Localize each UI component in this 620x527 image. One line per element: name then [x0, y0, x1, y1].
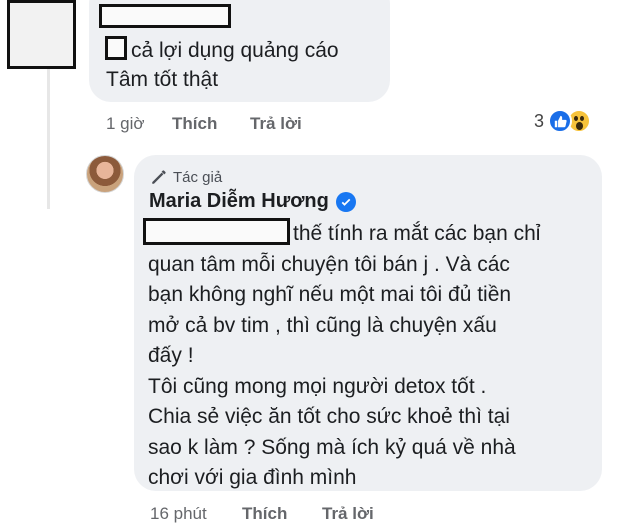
author-badge: Tác giả	[150, 168, 222, 186]
like-link[interactable]: Thích	[172, 114, 250, 134]
reply-text-line: Tôi cũng mong mọi người detox tốt .	[148, 374, 487, 398]
reaction-count: 3	[534, 110, 545, 131]
reply-text-line: Chia sẻ việc ăn tốt cho sức khoẻ thì tại	[148, 405, 510, 428]
reply-text-line: mở cả bv tim , thì cũng là chuyện xấu	[148, 313, 497, 337]
thread-connector-line	[47, 69, 50, 209]
reply-text-line: thế tính ra mắt các bạn chỉ	[293, 222, 541, 245]
reply-text: thế tính ra mắt các bạn chỉ quan tâm mỗi…	[148, 219, 598, 494]
reply-text-line: sao k làm ? Sống mà ích kỷ quá về nhà	[148, 435, 516, 459]
reply-timestamp[interactable]: 16 phút	[150, 504, 242, 524]
like-link[interactable]: Thích	[242, 504, 322, 524]
like-reaction-icon	[548, 109, 573, 133]
comment-actions: 1 giờ Thích Trả lời	[106, 114, 302, 134]
reply-link[interactable]: Trả lời	[250, 114, 302, 134]
redacted-avatar	[7, 0, 76, 69]
reply-text-line: quan tâm mỗi chuyện tôi bán j . Và các	[148, 252, 510, 276]
author-name[interactable]: Maria Diễm Hương	[149, 190, 356, 213]
author-name-text[interactable]: Maria Diễm Hương	[149, 190, 329, 213]
reaction-summary[interactable]: 3	[534, 109, 592, 133]
reply-actions: 16 phút Thích Trả lời	[150, 504, 374, 524]
redacted-commenter-name	[99, 4, 231, 28]
reply-text-line: bạn không nghĩ nếu một mai tôi đủ tiền	[148, 283, 512, 306]
comment-text-line: Tâm tốt thật	[106, 68, 219, 91]
author-avatar[interactable]	[86, 155, 124, 193]
comment-timestamp[interactable]: 1 giờ	[106, 114, 172, 134]
redacted-mention	[105, 36, 127, 60]
reply-text-line: chơi với gia đình mình	[148, 466, 357, 489]
pencil-icon	[152, 170, 166, 184]
verified-badge-icon	[335, 191, 356, 212]
author-badge-label: Tác giả	[173, 168, 223, 186]
reply-link[interactable]: Trả lời	[322, 504, 374, 524]
reply-text-line: đấy !	[148, 344, 194, 367]
comment-text-line: cả lợi dụng quảng cáo	[131, 39, 339, 62]
